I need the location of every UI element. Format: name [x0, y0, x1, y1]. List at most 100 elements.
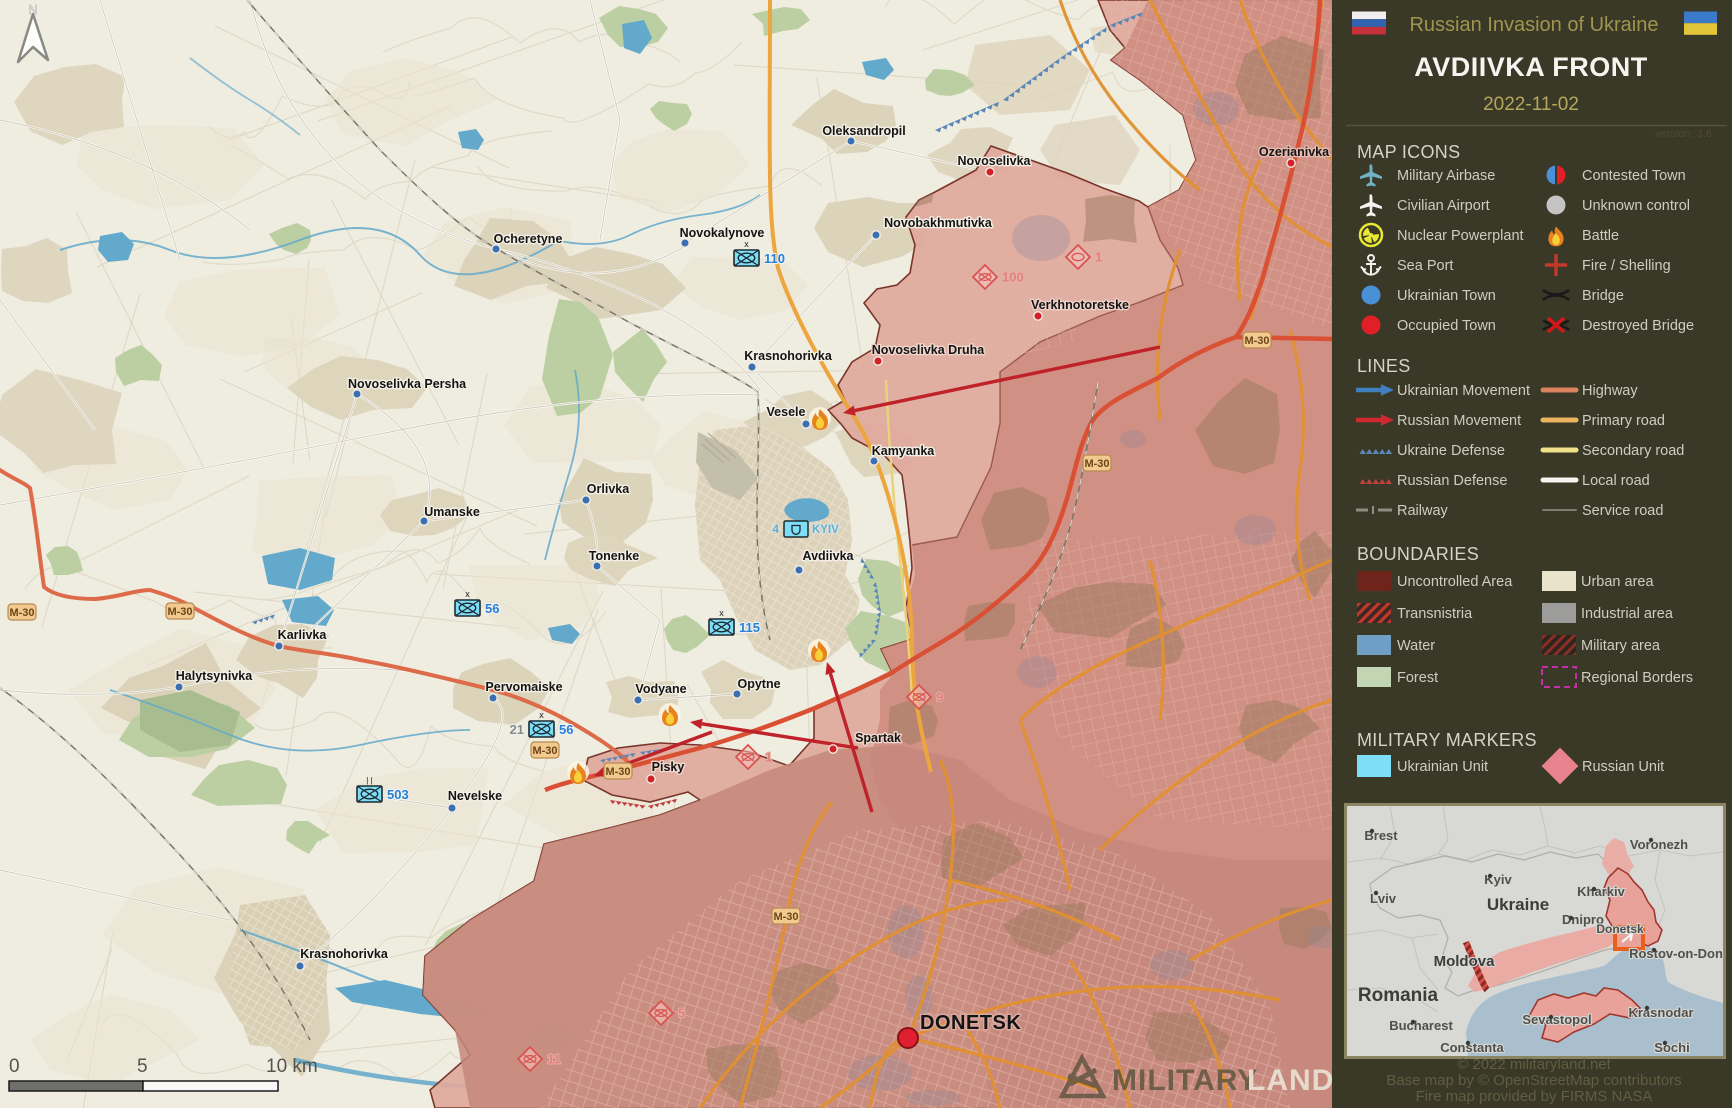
- svg-text:56: 56: [559, 722, 573, 737]
- svg-text:Primary road: Primary road: [1582, 413, 1665, 429]
- svg-text:Russian Unit: Russian Unit: [1582, 759, 1664, 775]
- svg-text:MAP ICONS: MAP ICONS: [1357, 142, 1460, 162]
- svg-text:© 2022 militaryland.net: © 2022 militaryland.net: [1457, 1056, 1611, 1073]
- svg-text:Kharkiv: Kharkiv: [1577, 884, 1625, 899]
- svg-text:1: 1: [765, 750, 772, 765]
- svg-text:Occupied Town: Occupied Town: [1397, 318, 1496, 334]
- svg-text:Vesele: Vesele: [767, 405, 806, 419]
- svg-text:Karlivka: Karlivka: [278, 628, 328, 642]
- svg-text:Tonenke: Tonenke: [589, 549, 640, 563]
- svg-text:Sevastopol: Sevastopol: [1522, 1012, 1591, 1027]
- svg-text:Kamyanka: Kamyanka: [872, 444, 936, 458]
- svg-text:Moldova: Moldova: [1434, 953, 1495, 970]
- svg-text:MILITARY: MILITARY: [1112, 1064, 1258, 1097]
- svg-text:503: 503: [387, 787, 409, 802]
- svg-text:11: 11: [547, 1052, 561, 1067]
- svg-text:Nuclear Powerplant: Nuclear Powerplant: [1397, 228, 1524, 244]
- svg-text:1: 1: [1095, 250, 1102, 265]
- svg-text:Ukraine Defense: Ukraine Defense: [1397, 443, 1505, 459]
- svg-text:MILITARY MARKERS: MILITARY MARKERS: [1357, 730, 1537, 750]
- svg-text:Sea Port: Sea Port: [1397, 258, 1453, 274]
- svg-text:Contested Town: Contested Town: [1582, 168, 1686, 184]
- svg-text:Fire / Shelling: Fire / Shelling: [1582, 258, 1671, 274]
- svg-text:Civilian Airport: Civilian Airport: [1397, 198, 1490, 214]
- svg-text:56: 56: [485, 601, 499, 616]
- svg-text:100: 100: [1002, 270, 1024, 285]
- svg-text:Unknown control: Unknown control: [1582, 198, 1690, 214]
- svg-text:110: 110: [764, 251, 785, 266]
- svg-text:Forest: Forest: [1397, 670, 1438, 686]
- svg-text:M-30: M-30: [605, 766, 630, 778]
- svg-text:Novobakhmutivka: Novobakhmutivka: [884, 216, 993, 230]
- svg-text:Nevelske: Nevelske: [448, 789, 502, 803]
- svg-text:Orlivka: Orlivka: [587, 482, 630, 496]
- svg-text:AVDIIVKA FRONT: AVDIIVKA FRONT: [1414, 52, 1648, 82]
- svg-text:BOUNDARIES: BOUNDARIES: [1357, 544, 1479, 564]
- svg-text:Umanske: Umanske: [424, 505, 480, 519]
- svg-text:Halytsynivka: Halytsynivka: [176, 669, 253, 683]
- svg-text:Brest: Brest: [1364, 828, 1398, 843]
- svg-text:Voronezh: Voronezh: [1630, 837, 1688, 852]
- svg-text:0: 0: [9, 1056, 20, 1077]
- svg-text:Novokalynove: Novokalynove: [680, 226, 765, 240]
- svg-text:Krasnodar: Krasnodar: [1628, 1005, 1693, 1020]
- svg-text:Russian Movement: Russian Movement: [1397, 413, 1521, 429]
- svg-text:Pisky: Pisky: [652, 760, 685, 774]
- svg-text:Ukrainian Town: Ukrainian Town: [1397, 288, 1496, 304]
- svg-text:M-30: M-30: [773, 911, 798, 923]
- svg-text:Ukrainian Unit: Ukrainian Unit: [1397, 759, 1488, 775]
- svg-text:Ocheretyne: Ocheretyne: [494, 232, 563, 246]
- svg-text:M-30: M-30: [532, 745, 557, 757]
- svg-text:Highway: Highway: [1582, 383, 1638, 399]
- svg-text:Russian Invasion of Ukraine: Russian Invasion of Ukraine: [1409, 14, 1658, 36]
- svg-text:x: x: [744, 239, 749, 249]
- svg-text:| |: | |: [366, 776, 372, 785]
- svg-text:Novoselivka Persha: Novoselivka Persha: [348, 377, 467, 391]
- svg-text:Bridge: Bridge: [1582, 288, 1624, 304]
- svg-text:M-30: M-30: [1084, 458, 1109, 470]
- svg-text:Kyiv: Kyiv: [1484, 872, 1512, 887]
- svg-text:Vodyane: Vodyane: [635, 682, 686, 696]
- svg-text:Opytne: Opytne: [737, 677, 780, 691]
- svg-text:Novoselivka Druha: Novoselivka Druha: [872, 343, 986, 357]
- svg-text:Verkhnotoretske: Verkhnotoretske: [1031, 298, 1129, 312]
- svg-text:Urban area: Urban area: [1581, 574, 1654, 590]
- svg-text:21: 21: [510, 722, 524, 737]
- svg-text:Krasnohorivka: Krasnohorivka: [300, 947, 389, 961]
- svg-text:115: 115: [739, 620, 760, 635]
- svg-text:Destroyed Bridge: Destroyed Bridge: [1582, 318, 1694, 334]
- svg-text:Russian Defense: Russian Defense: [1397, 473, 1507, 489]
- svg-text:Transnistria: Transnistria: [1397, 606, 1473, 622]
- svg-text:x: x: [719, 608, 724, 618]
- svg-text:Industrial area: Industrial area: [1581, 606, 1674, 622]
- svg-text:5: 5: [678, 1006, 685, 1021]
- svg-text:x: x: [539, 710, 544, 720]
- svg-text:2022-11-02: 2022-11-02: [1483, 94, 1579, 115]
- svg-text:Donetsk: Donetsk: [1596, 922, 1644, 936]
- svg-text:Local road: Local road: [1582, 473, 1650, 489]
- svg-text:Water: Water: [1397, 638, 1435, 654]
- svg-text:Bucharest: Bucharest: [1389, 1018, 1453, 1033]
- svg-text:Railway: Railway: [1397, 503, 1449, 519]
- svg-text:Ozerianivka: Ozerianivka: [1259, 145, 1330, 159]
- svg-text:Military area: Military area: [1581, 638, 1661, 654]
- svg-text:5: 5: [137, 1056, 148, 1077]
- svg-text:Fire map provided by FIRMS NAS: Fire map provided by FIRMS NASA: [1416, 1088, 1653, 1105]
- svg-text:DONETSK: DONETSK: [920, 1012, 1021, 1034]
- svg-text:Oleksandropil: Oleksandropil: [822, 124, 905, 138]
- svg-text:Sochi: Sochi: [1654, 1040, 1689, 1055]
- svg-text:Regional Borders: Regional Borders: [1581, 670, 1693, 686]
- svg-text:x: x: [465, 589, 470, 599]
- svg-text:LINES: LINES: [1357, 356, 1411, 376]
- svg-text:M-30: M-30: [167, 606, 192, 618]
- svg-text:Secondary road: Secondary road: [1582, 443, 1684, 459]
- svg-text:LAND: LAND: [1247, 1064, 1334, 1097]
- svg-text:Base map by © OpenStreetMap co: Base map by © OpenStreetMap contributors: [1386, 1072, 1681, 1089]
- svg-text:Romania: Romania: [1358, 985, 1439, 1006]
- svg-text:Krasnohorivka: Krasnohorivka: [744, 349, 833, 363]
- svg-text:Service road: Service road: [1582, 503, 1663, 519]
- svg-text:Military Airbase: Military Airbase: [1397, 168, 1495, 184]
- svg-text:Rostov-on-Don: Rostov-on-Don: [1629, 946, 1723, 961]
- svg-text:10 km: 10 km: [266, 1056, 318, 1077]
- svg-text:Uncontrolled Area: Uncontrolled Area: [1397, 574, 1513, 590]
